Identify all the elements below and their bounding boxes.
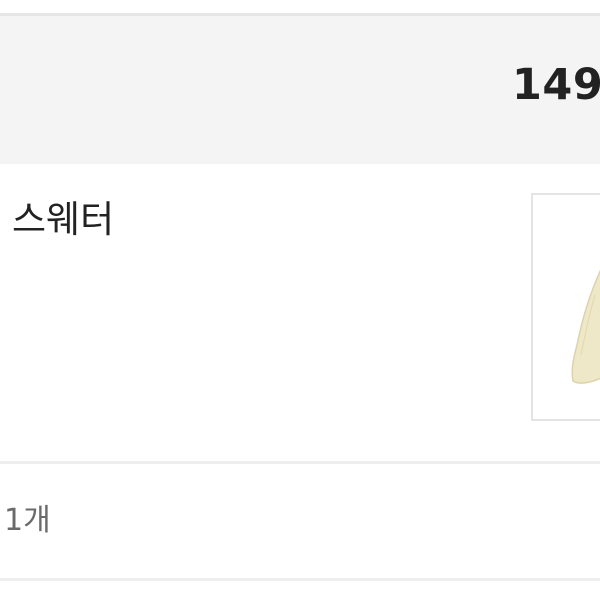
total-price: 149 (512, 60, 600, 110)
item-quantity: 1개 (4, 503, 51, 538)
price-header (0, 16, 600, 164)
sweater-image-icon (571, 269, 600, 384)
product-name[interactable]: 스웨터 (12, 199, 114, 241)
section-divider (0, 461, 600, 464)
product-thumbnail[interactable] (531, 193, 600, 421)
bottom-divider (0, 578, 600, 581)
order-summary-page: 149 스웨터 1개 (0, 0, 600, 600)
